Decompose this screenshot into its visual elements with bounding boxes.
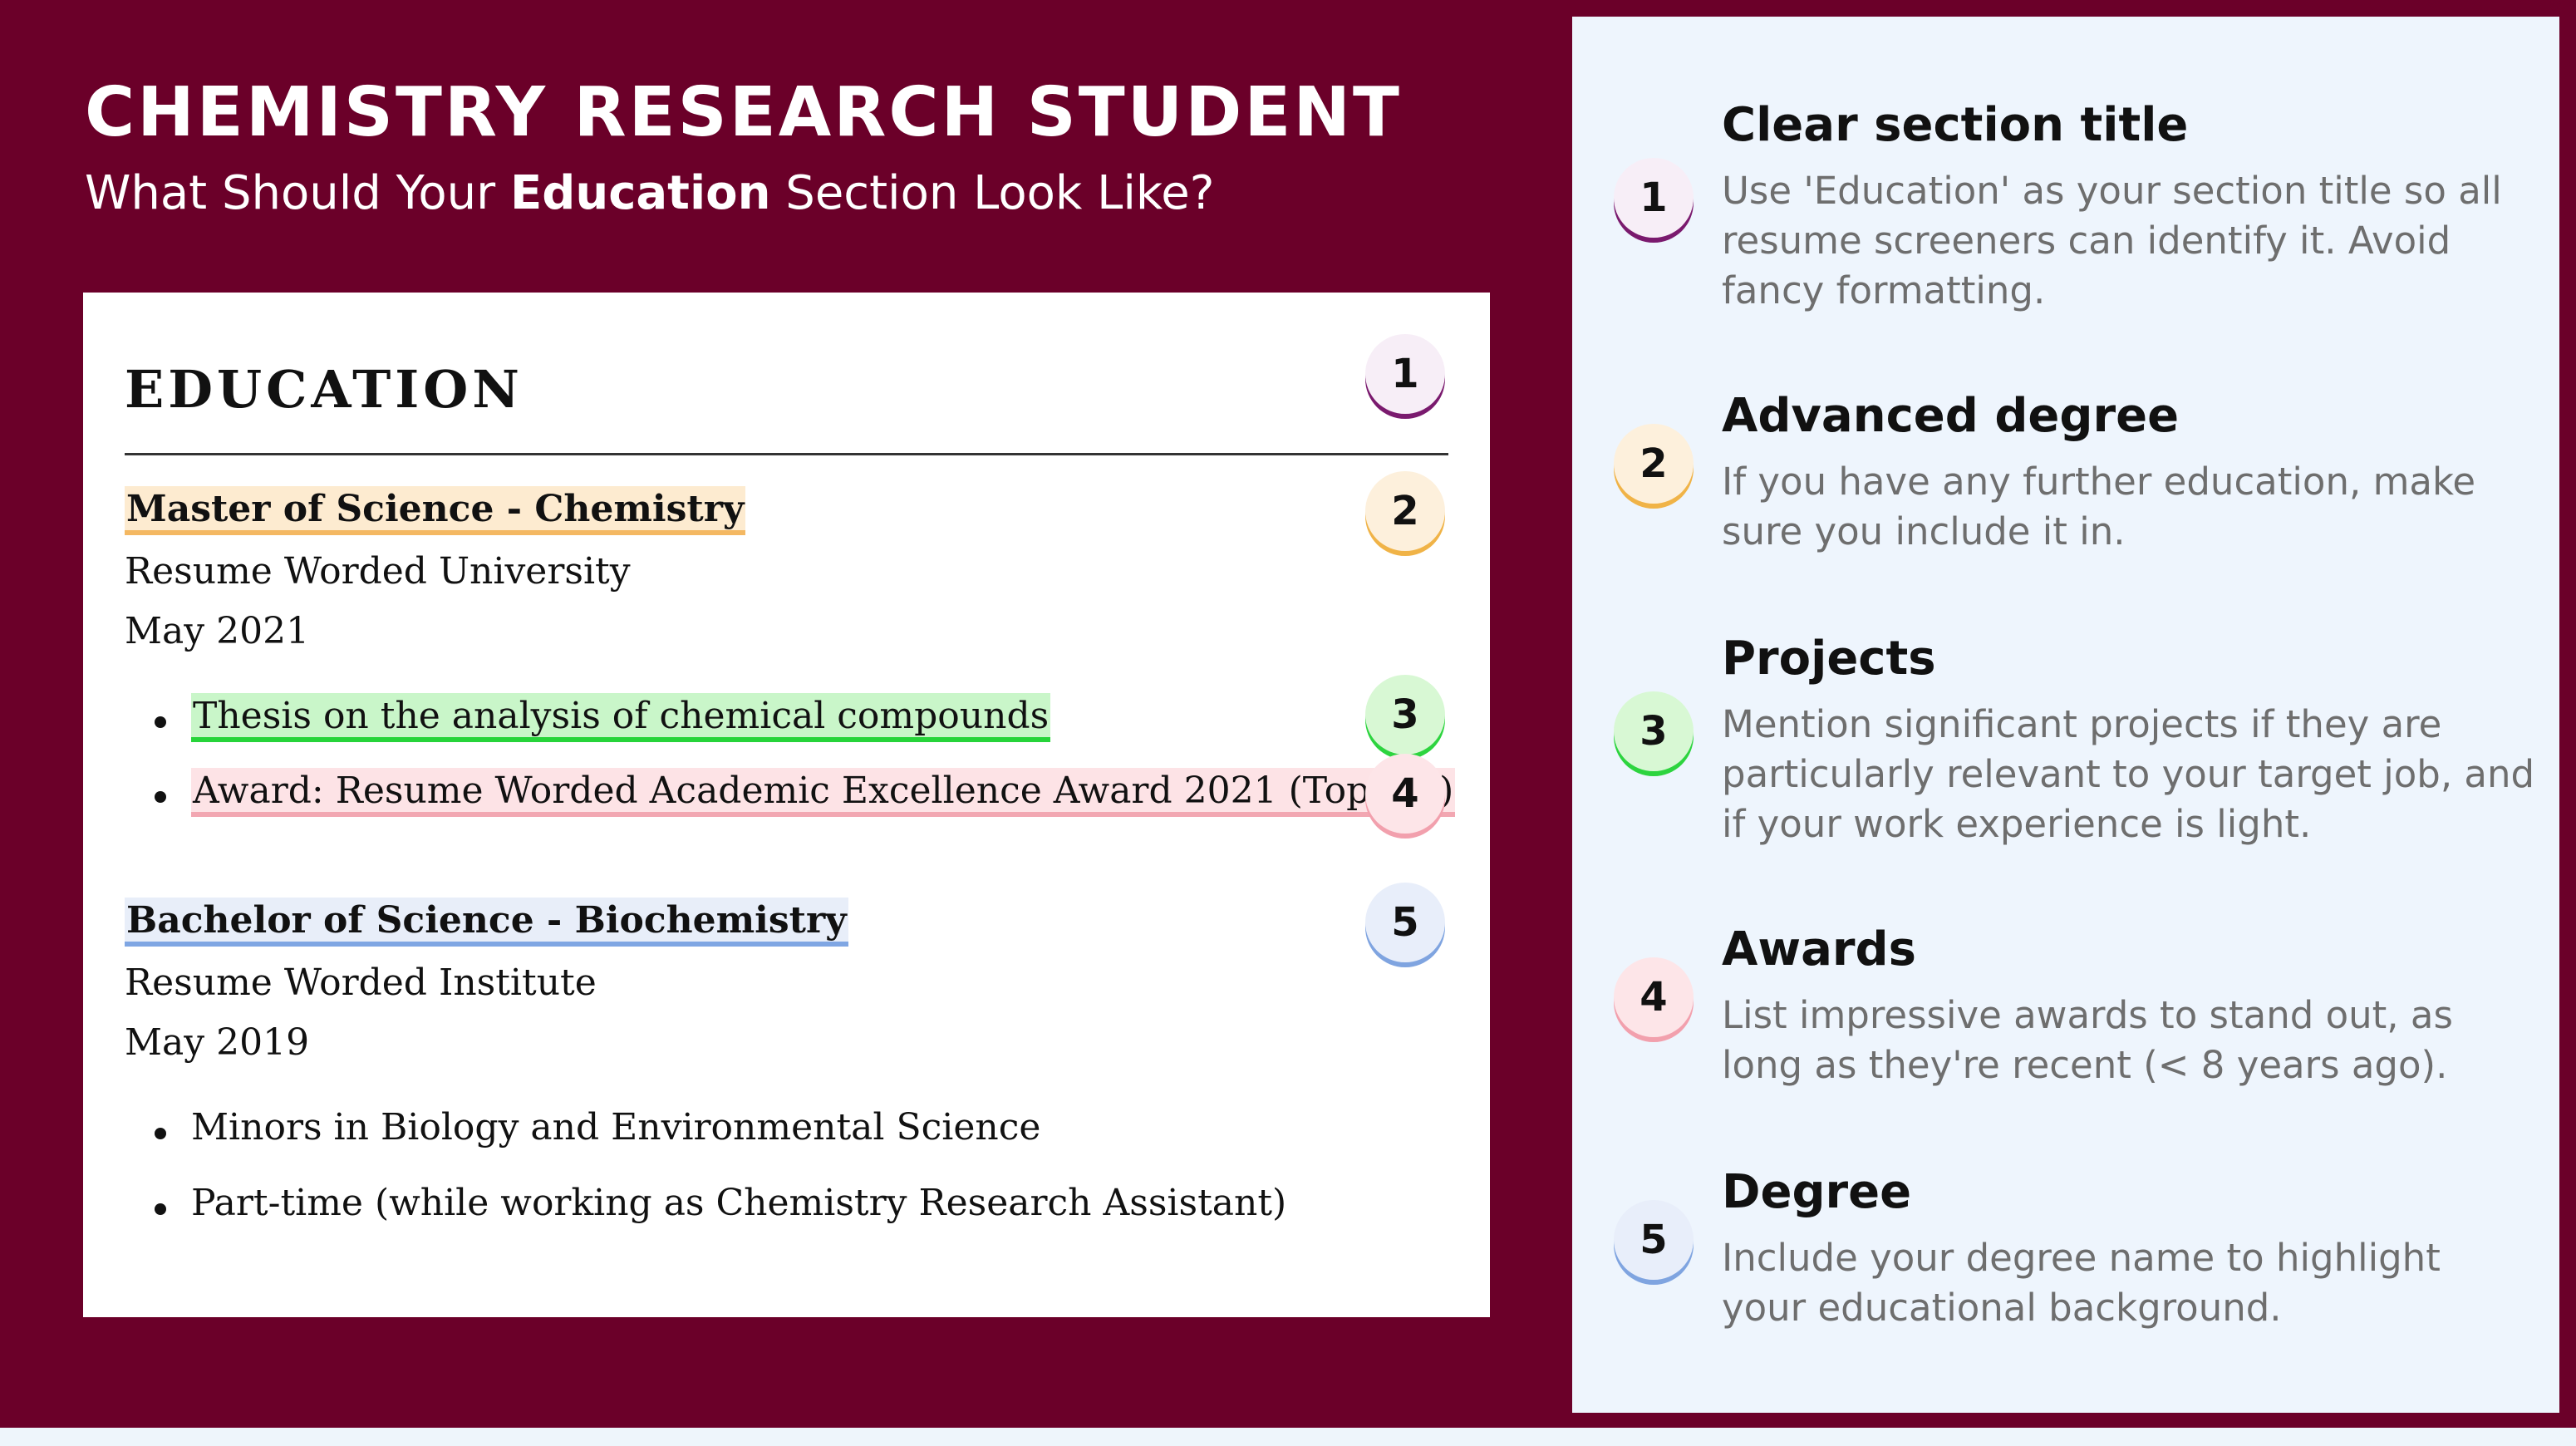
bullet-item-award: Award: Resume Worded Academic Excellence… xyxy=(191,768,1456,817)
school-name-1: Resume Worded University xyxy=(125,550,631,593)
bottom-strip xyxy=(0,1428,2576,1446)
graduation-date-1: May 2021 xyxy=(125,610,310,652)
education-section-title: EDUCATION xyxy=(125,359,524,420)
award-highlight: Award: Resume Worded Academic Excellence… xyxy=(191,768,1456,817)
tips-panel: Clear section title 1 Use 'Education' as… xyxy=(1572,17,2559,1413)
tip-marker-2: 2 xyxy=(1614,424,1694,504)
bullet-dot xyxy=(155,791,166,803)
bullet-item-part-time: Part-time (while working as Chemistry Re… xyxy=(191,1182,1287,1224)
tip-marker-4: 4 xyxy=(1614,957,1694,1037)
degree-title-1: Master of Science - Chemistry xyxy=(125,486,746,535)
tip-text-4: List impressive awards to stand out, as … xyxy=(1722,993,2453,1087)
degree-highlight-1: Master of Science - Chemistry xyxy=(125,486,746,535)
tip-title-5: Degree xyxy=(1722,1165,1912,1219)
marker-4: 4 xyxy=(1365,754,1445,834)
bullet-dot xyxy=(155,716,166,728)
tip-text-1: Use 'Education' as your section title so… xyxy=(1722,169,2502,312)
tip-marker-3: 3 xyxy=(1614,691,1694,771)
marker-5: 5 xyxy=(1365,883,1445,962)
subtitle-suffix: Section Look Like? xyxy=(770,166,1215,220)
tip-title-3: Projects xyxy=(1722,632,1936,686)
bullet-dot xyxy=(155,1128,166,1139)
bullet-dot xyxy=(155,1203,166,1215)
graduation-date-2: May 2019 xyxy=(125,1021,310,1064)
subtitle-emphasis: Education xyxy=(509,166,771,220)
degree-highlight-2: Bachelor of Science - Biochemistry xyxy=(125,898,848,947)
marker-3: 3 xyxy=(1365,675,1445,755)
bullet-item-thesis: Thesis on the analysis of chemical compo… xyxy=(191,693,1051,742)
tip-text-5: Include your degree name to highlight yo… xyxy=(1722,1236,2441,1330)
thesis-highlight: Thesis on the analysis of chemical compo… xyxy=(191,693,1051,742)
tip-text-2: If you have any further education, make … xyxy=(1722,460,2476,553)
tip-marker-5: 5 xyxy=(1614,1200,1694,1280)
school-name-2: Resume Worded Institute xyxy=(125,962,597,1004)
resume-education-card: EDUCATION 1 Master of Science - Chemistr… xyxy=(83,293,1490,1317)
page-title: CHEMISTRY RESEARCH STUDENT xyxy=(85,73,1402,152)
degree-title-2: Bachelor of Science - Biochemistry xyxy=(125,898,848,947)
tip-title-4: Awards xyxy=(1722,922,1916,976)
tip-marker-1: 1 xyxy=(1614,158,1694,238)
tip-title-2: Advanced degree xyxy=(1722,389,2180,443)
bullet-item-minors: Minors in Biology and Environmental Scie… xyxy=(191,1106,1041,1148)
subtitle-prefix: What Should Your xyxy=(85,166,510,220)
marker-1: 1 xyxy=(1365,334,1445,414)
page-subtitle: What Should Your Education Section Look … xyxy=(85,166,1214,220)
tip-text-3: Mention significant projects if they are… xyxy=(1722,702,2535,846)
tip-title-1: Clear section title xyxy=(1722,98,2189,152)
marker-2: 2 xyxy=(1365,471,1445,551)
section-divider xyxy=(125,453,1448,455)
